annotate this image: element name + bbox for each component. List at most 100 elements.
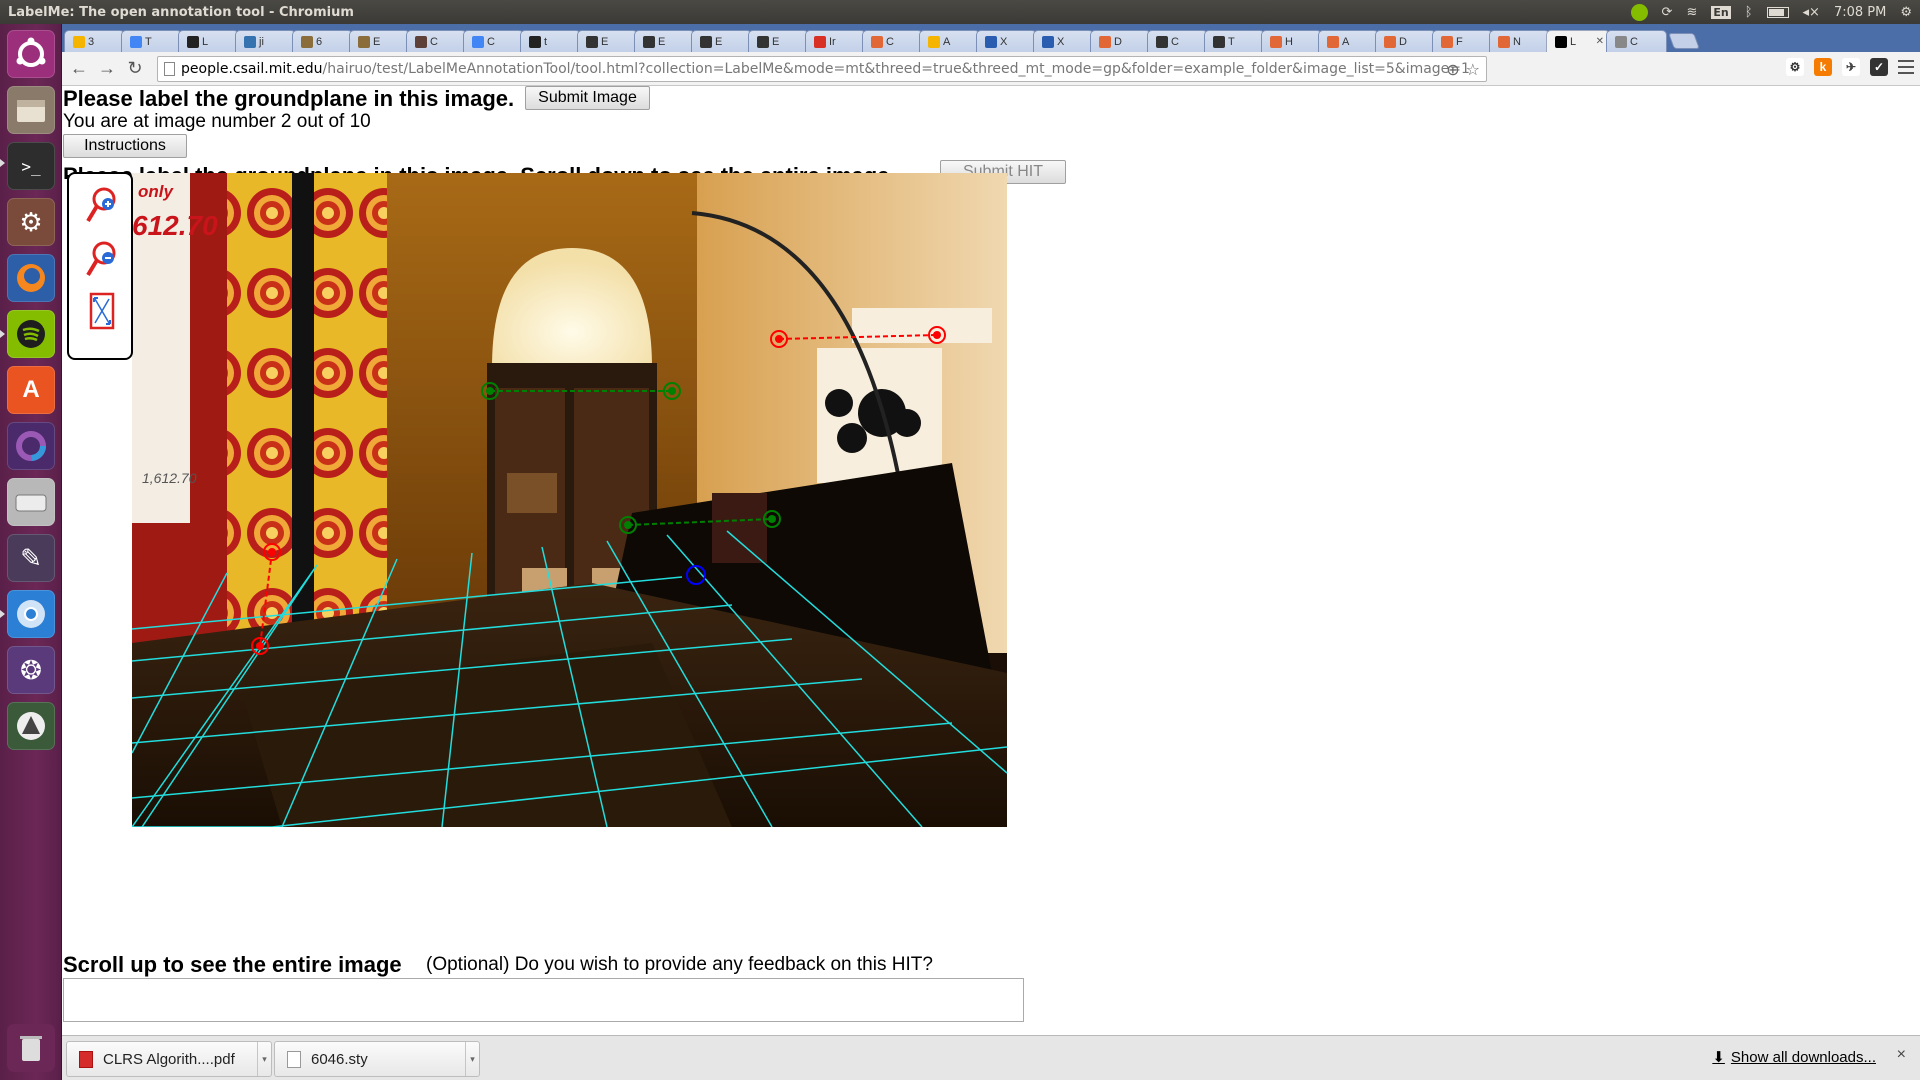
spotify-tray-icon[interactable] (1630, 3, 1648, 21)
browser-tab[interactable]: H (1261, 30, 1322, 52)
bluetooth-icon[interactable]: ᛒ (1745, 5, 1753, 20)
cocoa-icon (415, 35, 427, 48)
browser-tab[interactable]: C (406, 30, 467, 52)
spotify-icon[interactable] (7, 310, 55, 358)
tab-label: E (601, 35, 609, 48)
drive-icon (73, 35, 85, 48)
tab-label: F (1456, 35, 1463, 48)
tab-label: D (1399, 35, 1407, 48)
browser-tab[interactable]: C (862, 30, 923, 52)
tab-close-icon[interactable]: ✕ (1596, 36, 1604, 47)
settings-gear-icon[interactable]: ⚙ (1900, 5, 1912, 20)
browser-tab[interactable]: D (1375, 30, 1436, 52)
firefox-icon[interactable] (7, 254, 55, 302)
download-shelf: CLRS Algorith....pdf ▾ 6046.sty ▾ ⬇ Show… (62, 1035, 1920, 1080)
forward-arrow-icon[interactable]: → (94, 56, 120, 82)
chrome-menu-icon[interactable] (1898, 60, 1914, 74)
address-bar[interactable]: people.csail.mit.edu /hairuo/test/LabelM… (157, 56, 1487, 82)
software-center-icon[interactable]: A (7, 366, 55, 414)
sync-icon[interactable]: ⟳ (1662, 5, 1673, 20)
update-manager-icon[interactable] (7, 702, 55, 750)
grammar-extension-icon[interactable]: ⚙ (1786, 58, 1804, 76)
clock[interactable]: 7:08 PM (1834, 5, 1886, 20)
disk-drive-icon[interactable] (7, 478, 55, 526)
chromium-icon[interactable] (7, 590, 55, 638)
zoom-in-icon[interactable] (83, 184, 121, 226)
page-content: Please label the groundplane in this ima… (62, 86, 1920, 1035)
url-path: /hairuo/test/LabelMeAnnotationTool/tool.… (322, 61, 1470, 77)
browser-tab[interactable]: D (1090, 30, 1151, 52)
w3-icon (985, 35, 997, 48)
trash-icon[interactable] (7, 1024, 55, 1072)
ghostery-extension-icon[interactable]: ✈ (1842, 58, 1860, 76)
browser-tab[interactable]: E (748, 30, 809, 52)
volume-icon[interactable]: ◂× (1803, 5, 1820, 20)
reload-icon[interactable]: ↻ (122, 56, 148, 82)
github-icon (529, 35, 541, 48)
new-tab-button[interactable] (1668, 33, 1700, 49)
fit-to-screen-icon[interactable] (83, 290, 121, 332)
pocket-extension-icon[interactable]: ✓ (1870, 58, 1888, 76)
matlab-icon (1498, 35, 1510, 48)
download-arrow-icon: ⬇ (1712, 1049, 1725, 1066)
browser-tab[interactable]: t (520, 30, 581, 52)
browser-tab[interactable]: 3 (64, 30, 125, 52)
annotation-canvas[interactable]: only 612.70 1,612.70 (132, 173, 1007, 827)
feedback-question: (Optional) Do you wish to provide any fe… (426, 954, 933, 975)
chevron-down-icon[interactable]: ▾ (257, 1042, 271, 1076)
browser-tab[interactable]: E (349, 30, 410, 52)
chevron-down-icon[interactable]: ▾ (465, 1042, 479, 1076)
dash-home-icon[interactable] (7, 30, 55, 78)
browser-tab[interactable]: X (1033, 30, 1094, 52)
zoom-magnifier-icon[interactable]: ⊕ (1446, 60, 1459, 79)
browser-tab[interactable]: N (1489, 30, 1550, 52)
browser-toolbar: ← → ↻ people.csail.mit.edu /hairuo/test/… (62, 52, 1920, 86)
tab-label: C (886, 35, 894, 48)
page-info-icon[interactable] (164, 62, 175, 76)
browser-tab[interactable]: T (121, 30, 182, 52)
browser-tab[interactable]: C (1147, 30, 1208, 52)
tab-label: X (1057, 35, 1065, 48)
browser-tab[interactable]: ji (235, 30, 296, 52)
browser-tab[interactable]: L (178, 30, 239, 52)
bookmark-star-icon[interactable]: ☆ (1466, 60, 1480, 79)
show-all-downloads-link[interactable]: ⬇ Show all downloads... (1712, 1048, 1876, 1067)
back-arrow-icon[interactable]: ← (66, 56, 92, 82)
browser-tab[interactable]: T (1204, 30, 1265, 52)
browser-tab[interactable]: C (463, 30, 524, 52)
browser-tab[interactable]: C (1606, 30, 1667, 52)
unity-launcher: >_ ⚙ A ✎ ❂ (0, 24, 62, 1080)
running-indicator (0, 159, 5, 167)
system-settings-icon[interactable]: ⚙ (7, 198, 55, 246)
close-icon[interactable]: × (1897, 1046, 1906, 1064)
tab-label: E (373, 35, 381, 48)
browser-tab[interactable]: X (976, 30, 1037, 52)
instructions-button[interactable]: Instructions (63, 134, 187, 158)
download-item-pdf[interactable]: CLRS Algorith....pdf ▾ (66, 1041, 272, 1077)
browser-tab[interactable]: Ir (805, 30, 866, 52)
terminal-icon[interactable]: >_ (7, 142, 55, 190)
submit-image-button[interactable]: Submit Image (525, 86, 650, 110)
browser-tab[interactable]: E (691, 30, 752, 52)
shotwell-icon[interactable]: ❂ (7, 646, 55, 694)
color-picker-icon[interactable] (7, 422, 55, 470)
browser-tab[interactable]: 6 (292, 30, 353, 52)
browser-tab[interactable]: F (1432, 30, 1493, 52)
browser-tab[interactable]: L ✕ (1546, 30, 1610, 52)
browser-tab[interactable]: E (577, 30, 638, 52)
keeper-extension-icon[interactable]: k (1814, 58, 1832, 76)
download-item-sty[interactable]: 6046.sty ▾ (274, 1041, 480, 1077)
keyboard-layout-indicator[interactable]: En (1711, 5, 1731, 19)
wifi-icon[interactable]: ≋ (1686, 5, 1697, 20)
browser-tab[interactable]: A (919, 30, 980, 52)
feedback-textarea[interactable] (63, 978, 1024, 1022)
zoom-out-icon[interactable] (83, 238, 121, 280)
drawing-app-icon[interactable]: ✎ (7, 534, 55, 582)
browser-tab[interactable]: E (634, 30, 695, 52)
battery-icon[interactable] (1766, 6, 1789, 18)
matlab-icon (1270, 35, 1282, 48)
page-icon (1615, 35, 1627, 48)
file-manager-icon[interactable] (7, 86, 55, 134)
price-tag-top: only (138, 182, 174, 201)
browser-tab[interactable]: A (1318, 30, 1379, 52)
